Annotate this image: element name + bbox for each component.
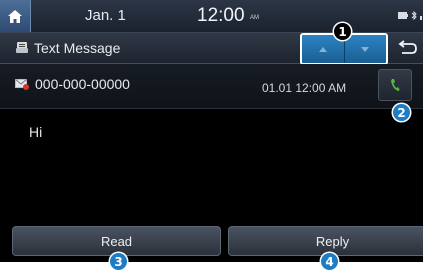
reply-button-label: Reply bbox=[315, 233, 350, 249]
message-body: Hi bbox=[29, 124, 43, 140]
bluetooth-icon bbox=[411, 11, 417, 20]
message-icon bbox=[16, 42, 28, 53]
call-button[interactable] bbox=[378, 69, 412, 101]
message-timestamp: 01.01 12:00 AM bbox=[262, 81, 347, 95]
read-button[interactable]: Read bbox=[12, 226, 221, 256]
status-bar: Jan. 1 12:00 AM bbox=[0, 0, 423, 33]
read-button-label: Read bbox=[100, 233, 133, 249]
unread-message-icon bbox=[15, 79, 29, 90]
callout-badge-1: 1 bbox=[334, 23, 351, 40]
status-date: Jan. 1 bbox=[85, 7, 126, 24]
sender-number: 000-000-00000 bbox=[35, 76, 130, 92]
sender-row: 000-000-00000 01.01 12:00 AM bbox=[0, 64, 423, 109]
chevron-up-icon bbox=[318, 46, 327, 52]
status-icons bbox=[398, 11, 423, 20]
callout-badge-2: 2 bbox=[393, 104, 410, 121]
page-title: Text Message bbox=[34, 40, 121, 56]
chevron-down-icon bbox=[361, 46, 370, 52]
back-arrow-icon bbox=[398, 40, 417, 54]
previous-message-button[interactable] bbox=[302, 35, 344, 63]
callout-badge-3: 3 bbox=[110, 253, 127, 270]
battery-icon bbox=[398, 12, 408, 19]
reply-button[interactable]: Reply bbox=[228, 226, 423, 256]
text-message-screen: Jan. 1 12:00 AM Text Message 000-000-000… bbox=[0, 0, 423, 262]
status-ampm: AM bbox=[250, 15, 259, 21]
back-button[interactable] bbox=[398, 39, 418, 60]
status-time: 12:00 bbox=[197, 5, 245, 26]
home-button[interactable] bbox=[0, 0, 31, 32]
home-icon bbox=[8, 9, 22, 23]
callout-badge-4: 4 bbox=[321, 253, 338, 270]
next-message-button[interactable] bbox=[343, 35, 386, 63]
phone-icon bbox=[391, 79, 400, 91]
